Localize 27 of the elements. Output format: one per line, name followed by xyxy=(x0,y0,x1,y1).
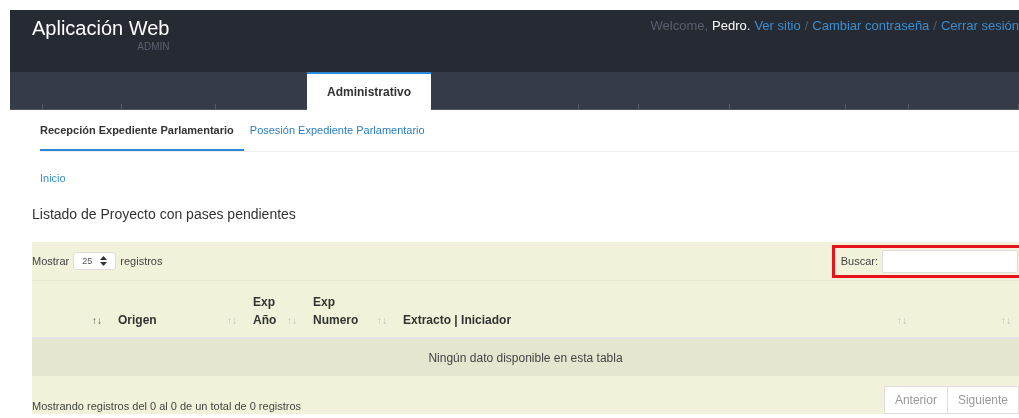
empty-message: Ningún dato disponible en esta tabla xyxy=(428,350,623,365)
sub-tab[interactable]: Recepción Expediente Parlamentario xyxy=(40,110,244,151)
breadcrumb-link[interactable]: Inicio xyxy=(40,172,1019,184)
page-title: Listado de Proyecto con pases pendientes xyxy=(32,206,297,222)
sub-tab[interactable]: Posesión Expediente Parlamentario xyxy=(249,110,435,151)
column-header[interactable]: Origen xyxy=(110,311,157,329)
link-separator: / xyxy=(933,18,937,33)
app-title: Aplicación Web xyxy=(32,17,170,40)
length-label: registros xyxy=(120,255,163,267)
column-header[interactable]: Exp Numero xyxy=(305,293,359,329)
nav-tab[interactable]: Administrativo xyxy=(307,72,431,110)
column-header[interactable]: Exp Año xyxy=(245,293,277,329)
app-subtitle: ADMIN xyxy=(137,41,170,52)
search-field[interactable] xyxy=(882,249,1018,273)
welcome-text: Welcome, xyxy=(650,18,709,33)
page-length-select[interactable]: 25 xyxy=(73,252,117,270)
user-name: Pedro. xyxy=(712,18,751,33)
link-separator: / xyxy=(804,18,809,33)
sort-caret-icon xyxy=(100,256,108,266)
column-header[interactable]: Extracto | Iniciador xyxy=(395,311,512,329)
length-label: Mostrar xyxy=(32,255,70,267)
table-info: Mostrando registros del 0 al 0 de un total de 0 registros xyxy=(32,400,302,414)
search-label: Buscar: xyxy=(839,255,879,267)
sort-icon[interactable]: ↑↓ xyxy=(92,315,102,329)
header-link[interactable]: Ver sitio xyxy=(754,18,801,33)
header-link[interactable]: Cerrar sesión xyxy=(940,18,1019,33)
header-link[interactable]: Cambiar contraseña xyxy=(812,18,930,33)
